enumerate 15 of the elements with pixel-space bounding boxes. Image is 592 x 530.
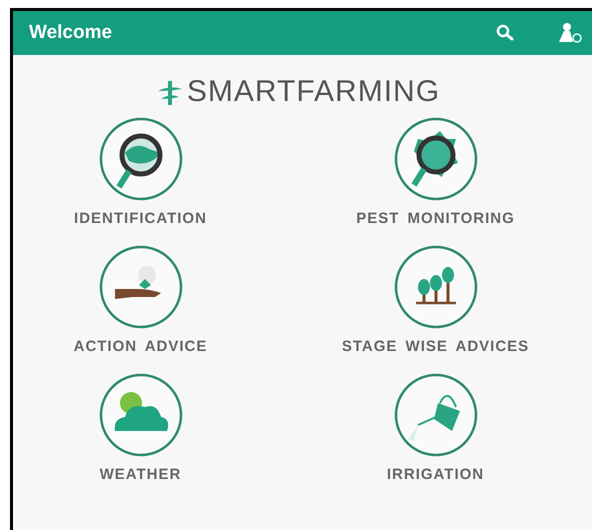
menu-label: IDENTIFICATION bbox=[74, 209, 207, 229]
watering-can-icon[interactable] bbox=[394, 373, 478, 457]
menu-label: IRRIGATION bbox=[386, 465, 484, 485]
trees-icon[interactable] bbox=[394, 245, 478, 329]
hand-plant-icon[interactable] bbox=[98, 245, 182, 329]
sun-cloud-icon[interactable] bbox=[98, 373, 182, 457]
menu-label: ACTION ADVICE bbox=[74, 337, 208, 357]
menu-label: STAGE WISE ADVICES bbox=[342, 337, 530, 357]
magnifier-leaf-icon[interactable] bbox=[394, 117, 478, 201]
app-logo-text: SMARTFARMING bbox=[186, 75, 440, 109]
search-icon[interactable] bbox=[496, 24, 514, 42]
user-settings-icon[interactable] bbox=[556, 22, 582, 44]
menu-label: WEATHER bbox=[100, 465, 182, 485]
menu-label: PEST MONITORING bbox=[356, 209, 515, 229]
app-title: Welcome bbox=[29, 22, 114, 44]
